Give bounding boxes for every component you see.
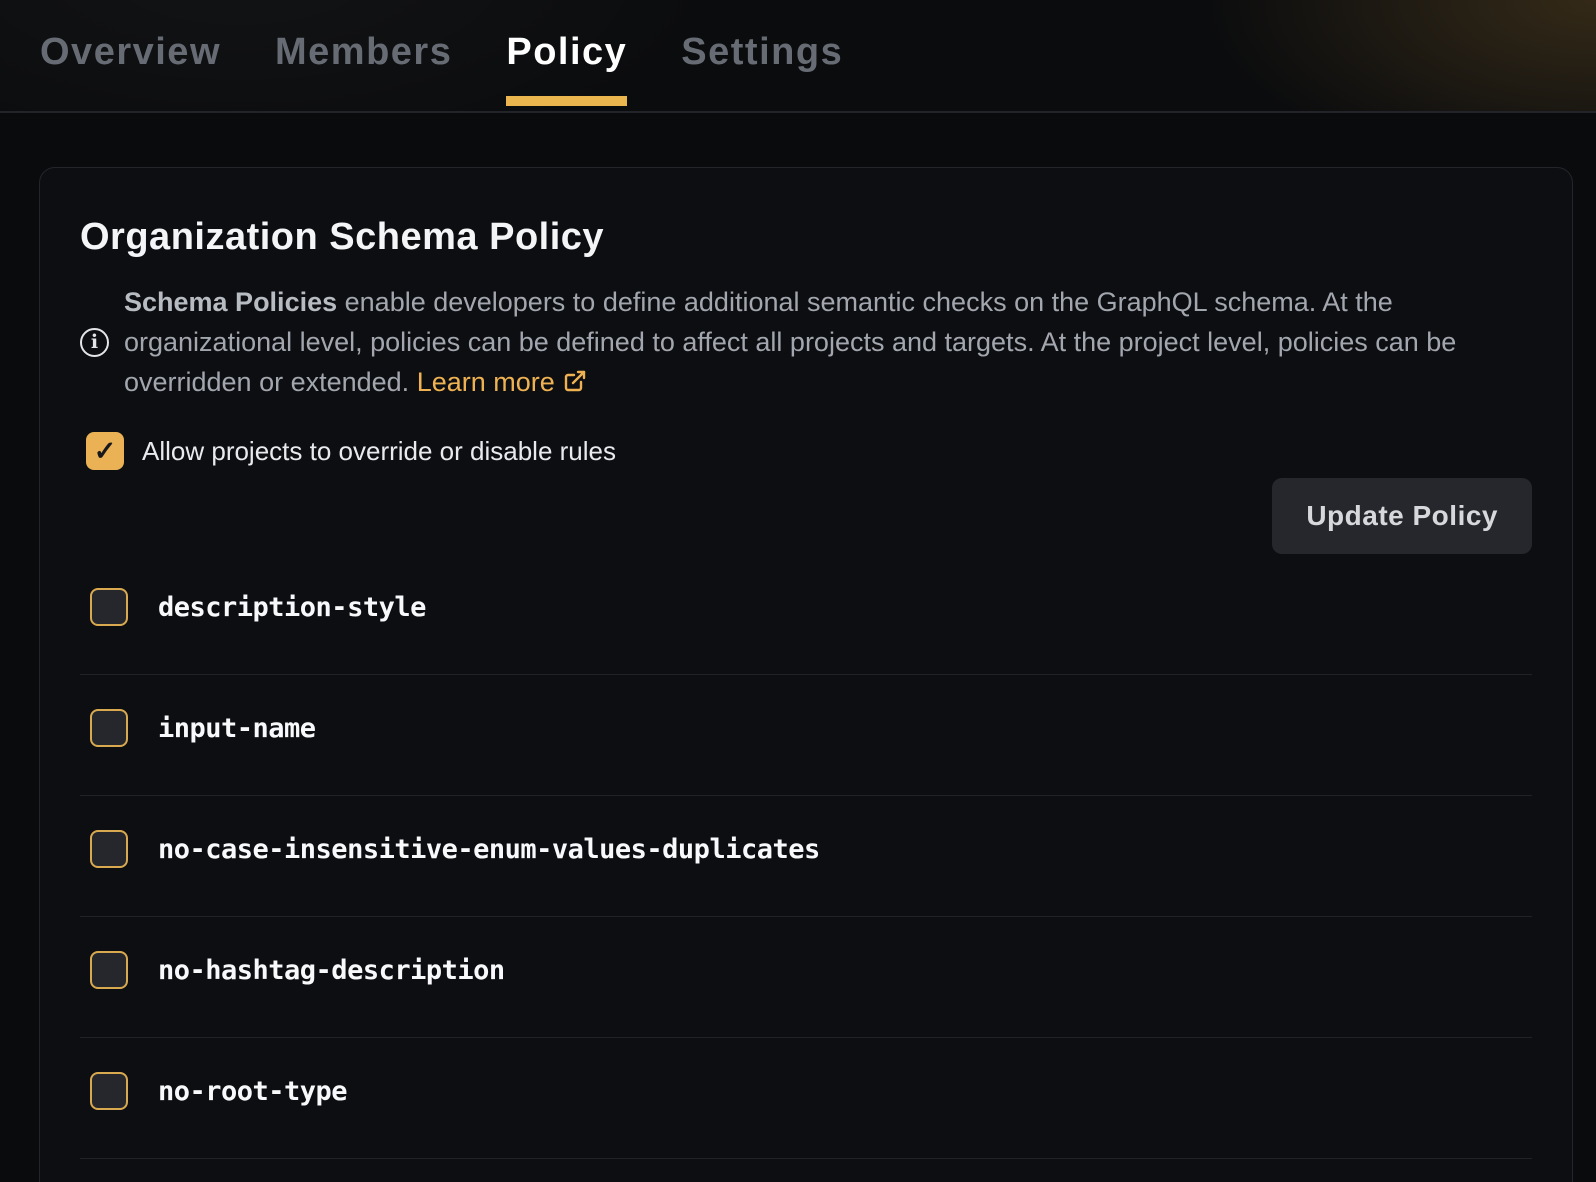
rule-name: no-hashtag-description	[158, 955, 505, 986]
actions-row: Update Policy	[80, 478, 1532, 554]
checkmark-icon: ✓	[94, 438, 117, 465]
tab-settings[interactable]: Settings	[681, 0, 843, 106]
rule-checkbox[interactable]: ✓	[90, 1072, 128, 1110]
rule-row: ✓ no-case-insensitive-enum-values-duplic…	[80, 796, 1532, 917]
rule-row: ✓ no-hashtag-description	[80, 917, 1532, 1038]
page-title: Organization Schema Policy	[80, 214, 1532, 260]
tab-overview[interactable]: Overview	[40, 0, 221, 106]
override-rules-label: Allow projects to override or disable ru…	[142, 436, 616, 467]
rule-row: ✓ no-root-type	[80, 1038, 1532, 1159]
rule-name: description-style	[158, 592, 426, 623]
update-policy-button[interactable]: Update Policy	[1272, 478, 1532, 554]
tab-members[interactable]: Members	[275, 0, 452, 106]
org-tab-bar: Overview Members Policy Settings	[0, 0, 1596, 113]
rule-row: ✓ description-style	[80, 554, 1532, 675]
tab-policy[interactable]: Policy	[506, 0, 627, 106]
rule-row: ✓ input-name	[80, 675, 1532, 796]
rule-name: no-case-insensitive-enum-values-duplicat…	[158, 834, 820, 865]
policy-description-lead: Schema Policies	[124, 287, 337, 317]
rules-list: ✓ description-style ✓ input-name ✓ no-ca…	[80, 554, 1532, 1159]
override-rules-checkbox[interactable]: ✓	[86, 432, 124, 470]
rule-name: no-root-type	[158, 1076, 347, 1107]
learn-more-link[interactable]: Learn more	[417, 367, 587, 397]
schema-policy-card: Organization Schema Policy i Schema Poli…	[39, 167, 1573, 1182]
info-icon: i	[80, 328, 109, 357]
rule-checkbox[interactable]: ✓	[90, 709, 128, 747]
rule-checkbox[interactable]: ✓	[90, 830, 128, 868]
policy-description: Schema Policies enable developers to def…	[124, 282, 1504, 402]
external-link-icon	[563, 369, 587, 393]
rule-name: input-name	[158, 713, 316, 744]
rule-checkbox[interactable]: ✓	[90, 951, 128, 989]
page-content: Organization Schema Policy i Schema Poli…	[0, 113, 1596, 1182]
rule-checkbox[interactable]: ✓	[90, 588, 128, 626]
policy-info-callout: i Schema Policies enable developers to d…	[80, 282, 1532, 402]
override-rules-row: ✓ Allow projects to override or disable …	[80, 432, 1532, 470]
